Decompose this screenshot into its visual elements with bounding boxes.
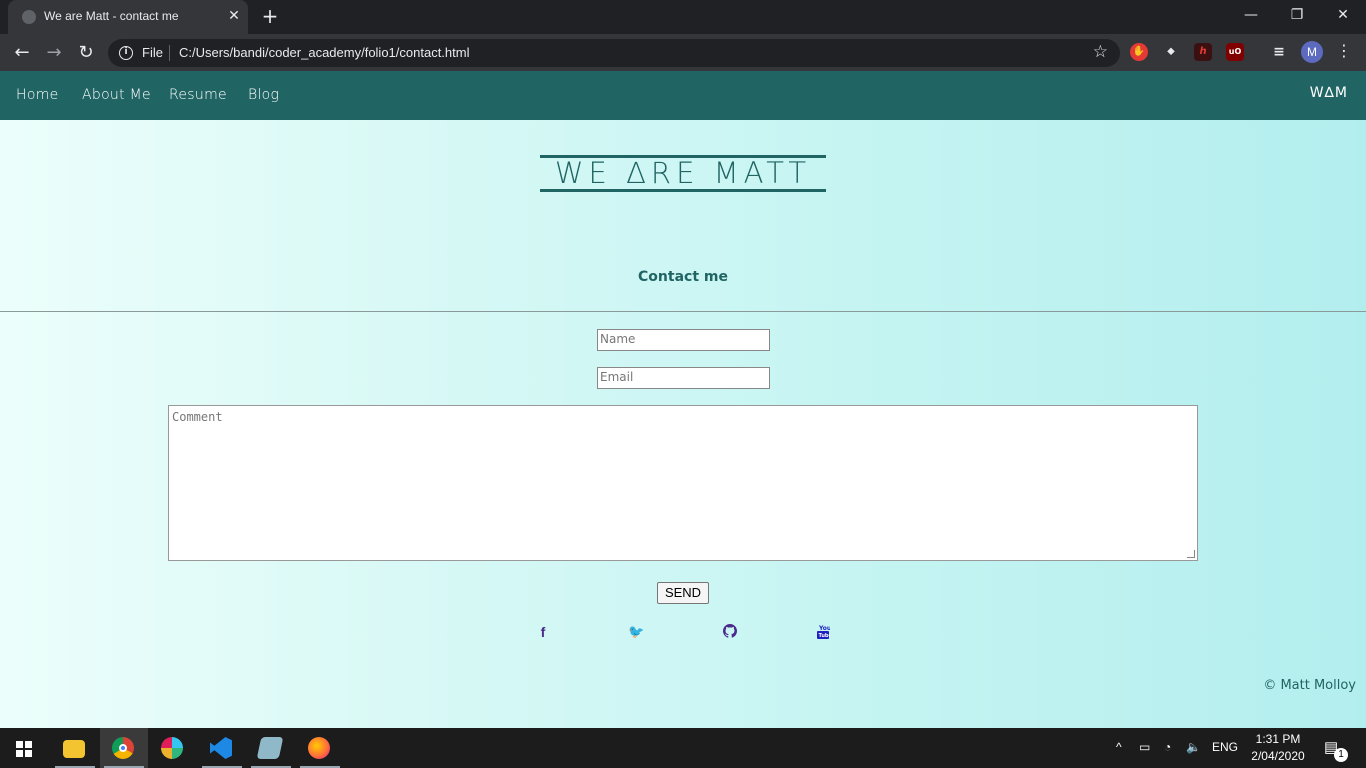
start-button[interactable]	[0, 728, 48, 768]
section-divider	[0, 311, 1366, 312]
name-field[interactable]: Name	[597, 329, 770, 351]
vscode-icon	[210, 737, 232, 759]
clock-time: 1:31 PM	[1255, 732, 1301, 746]
copyright-text: © Matt Molloy	[1263, 678, 1356, 693]
profile-avatar[interactable]: M	[1301, 41, 1323, 63]
globe-icon	[22, 10, 36, 24]
firefox-taskbar-button[interactable]	[296, 728, 344, 768]
firefox-icon	[308, 737, 330, 759]
address-bar[interactable]: i File C:/Users/bandi/coder_academy/foli…	[108, 39, 1120, 67]
adblock-extension-icon[interactable]: ✋	[1130, 43, 1148, 61]
folder-icon	[63, 740, 85, 758]
window-close-button[interactable]: ✕	[1320, 0, 1366, 30]
notes-taskbar-button[interactable]	[247, 728, 295, 768]
browser-tab-strip: We are Matt - contact me ✕ + — ❐ ✕	[0, 0, 1366, 34]
windows-taskbar: ^ ▭ ◔ 🔈 ENG 1:31 PM 2/04/2020 ▤ 1	[0, 728, 1366, 768]
svg-text:You: You	[818, 625, 830, 632]
notes-icon	[256, 737, 284, 759]
browser-tab[interactable]: We are Matt - contact me ✕	[8, 0, 248, 34]
nav-link-resume[interactable]: Resume	[169, 87, 227, 103]
file-explorer-taskbar-button[interactable]	[51, 728, 99, 768]
ublock-extension-icon[interactable]: uO	[1226, 43, 1244, 61]
language-indicator[interactable]: ENG	[1212, 740, 1238, 754]
media-control-icon[interactable]: ≡	[1270, 43, 1288, 61]
web-page: Home About Me Resume Blog W∆M WE ∆RE MAT…	[0, 71, 1366, 728]
wifi-icon[interactable]: ◔	[1164, 740, 1171, 754]
windows-icon	[16, 741, 32, 757]
hero-title: WE ∆RE MATT	[540, 155, 826, 192]
browser-toolbar: ← → ↻ i File C:/Users/bandi/coder_academ…	[0, 34, 1366, 71]
kebab-menu-icon[interactable]: ⋮	[1336, 41, 1352, 60]
url-text[interactable]: C:/Users/bandi/coder_academy/folio1/cont…	[179, 45, 469, 60]
twitter-icon[interactable]: 🐦	[628, 624, 644, 640]
nav-link-blog[interactable]: Blog	[248, 87, 279, 103]
restore-button[interactable]: ❐	[1274, 0, 1320, 30]
battery-icon[interactable]: ▭	[1139, 740, 1150, 754]
section-heading: Contact me	[638, 269, 728, 285]
tab-close-icon[interactable]: ✕	[224, 6, 244, 26]
hypothesis-extension-icon[interactable]: h	[1194, 43, 1212, 61]
new-tab-button[interactable]: +	[258, 5, 282, 29]
site-navbar: Home About Me Resume Blog W∆M	[0, 71, 1366, 120]
back-arrow-icon[interactable]: ←	[9, 40, 35, 66]
chrome-icon-center	[119, 744, 127, 752]
nav-link-home[interactable]: Home	[16, 87, 59, 103]
address-divider	[169, 45, 170, 61]
facebook-icon[interactable]: f	[535, 624, 551, 640]
info-icon[interactable]: i	[119, 46, 133, 60]
forward-arrow-icon[interactable]: →	[41, 40, 67, 66]
slack-icon	[161, 737, 183, 759]
volume-icon[interactable]: 🔈	[1186, 740, 1201, 754]
url-scheme-label: File	[142, 45, 163, 60]
minimize-button[interactable]: —	[1228, 0, 1274, 30]
comment-textarea[interactable]: Comment	[168, 405, 1198, 561]
send-button[interactable]: SEND	[657, 582, 709, 604]
resize-handle[interactable]	[1187, 550, 1195, 558]
bookmark-star-icon[interactable]: ☆	[1093, 42, 1108, 62]
github-icon[interactable]	[722, 624, 738, 640]
notification-count-badge: 1	[1334, 748, 1348, 762]
system-clock[interactable]: 1:31 PM 2/04/2020	[1243, 731, 1313, 765]
chevron-up-icon[interactable]: ^	[1116, 740, 1122, 754]
nav-logo[interactable]: W∆M	[1310, 85, 1348, 101]
clock-date: 2/04/2020	[1251, 749, 1305, 763]
comment-placeholder: Comment	[172, 410, 223, 424]
email-field[interactable]: Email	[597, 367, 770, 389]
chrome-taskbar-button[interactable]	[100, 728, 148, 768]
nav-link-about-me[interactable]: About Me	[82, 87, 151, 103]
youtube-icon[interactable]: YouTube	[815, 624, 833, 640]
extension-icon[interactable]: ⬥	[1162, 43, 1180, 61]
svg-text:Tube: Tube	[819, 633, 831, 639]
vscode-taskbar-button[interactable]	[198, 728, 246, 768]
reload-icon[interactable]: ↻	[73, 40, 99, 66]
slack-taskbar-button[interactable]	[149, 728, 197, 768]
tab-title: We are Matt - contact me	[44, 9, 179, 23]
